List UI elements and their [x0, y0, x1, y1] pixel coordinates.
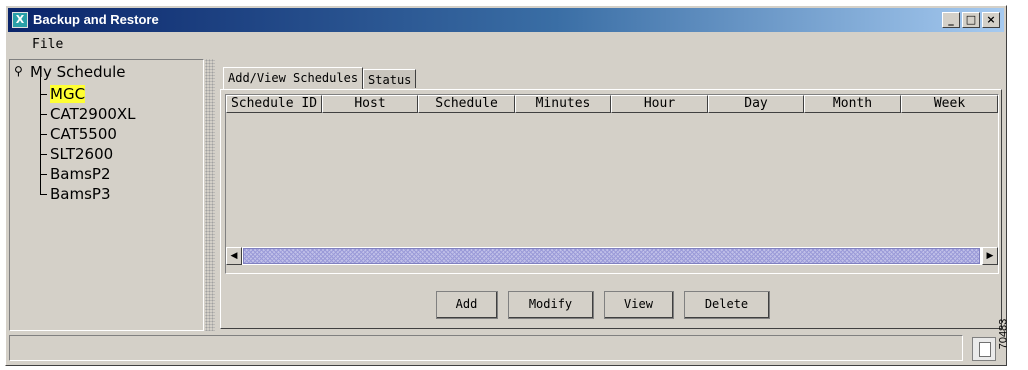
tree-trunk-line: [40, 85, 41, 185]
table-header: Schedule ID Host Schedule Minutes Hour D…: [226, 95, 998, 113]
app-icon: X: [12, 12, 28, 28]
tree-item-label: BamsP2: [50, 165, 111, 183]
tree-connector: [40, 177, 47, 195]
menu-file[interactable]: File: [32, 37, 63, 52]
schedule-tree-panel: ⚲ My Schedule MGC CAT2900XL CAT5500 SLT2…: [9, 59, 204, 331]
action-buttons: Add Modify View Delete: [436, 291, 770, 319]
window-controls: _ □ ×: [942, 12, 1000, 28]
document-icon[interactable]: [972, 337, 996, 361]
tree-connector: [40, 157, 47, 175]
title-bar[interactable]: X Backup and Restore _ □ ×: [8, 8, 1004, 32]
status-bar: [9, 333, 1003, 363]
column-header-month[interactable]: Month: [804, 95, 901, 113]
split-pane-divider[interactable]: [205, 59, 215, 331]
tree-item-label: SLT2600: [50, 145, 114, 163]
column-header-minutes[interactable]: Minutes: [515, 95, 611, 113]
modify-button[interactable]: Modify: [508, 291, 594, 319]
minimize-icon[interactable]: _: [942, 12, 960, 28]
maximize-icon[interactable]: □: [962, 12, 980, 28]
tree-connector: [40, 97, 47, 115]
tree-connector: [40, 137, 47, 155]
menu-bar: File: [8, 34, 1004, 56]
pin-icon[interactable]: ⚲: [14, 64, 23, 78]
add-button[interactable]: Add: [436, 291, 498, 319]
tab-add-view-schedules[interactable]: Add/View Schedules: [223, 67, 364, 89]
tree-item-label: CAT5500: [50, 125, 117, 143]
column-header-schedule-id[interactable]: Schedule ID: [226, 95, 322, 113]
scroll-right-icon[interactable]: ▶: [982, 247, 998, 265]
backup-restore-window: X Backup and Restore _ □ × File ⚲ My Sch…: [5, 5, 1007, 366]
close-icon[interactable]: ×: [982, 12, 1000, 28]
tree-item-label: BamsP3: [50, 185, 111, 203]
figure-number-label: 70483: [997, 318, 1010, 350]
window-title: Backup and Restore: [33, 12, 159, 27]
schedule-detail-panel: Add/View Schedules Status Schedule ID Ho…: [217, 59, 1004, 331]
tab-panel: Schedule ID Host Schedule Minutes Hour D…: [220, 89, 1002, 329]
scroll-left-icon[interactable]: ◀: [226, 247, 242, 265]
tree-item-label: MGC: [50, 85, 86, 103]
tree-connector: [40, 117, 47, 135]
scroll-thumb[interactable]: [243, 248, 980, 264]
delete-button[interactable]: Delete: [684, 291, 770, 319]
tree-connector: [40, 77, 47, 95]
column-header-host[interactable]: Host: [322, 95, 418, 113]
tree-item-label: CAT2900XL: [50, 105, 136, 123]
schedules-table: Schedule ID Host Schedule Minutes Hour D…: [225, 94, 999, 274]
column-header-schedule[interactable]: Schedule: [418, 95, 515, 113]
horizontal-scrollbar[interactable]: ◀ ▶: [226, 247, 998, 265]
column-header-week[interactable]: Week: [901, 95, 998, 113]
column-header-hour[interactable]: Hour: [611, 95, 708, 113]
figure-number: 70483: [997, 308, 1026, 368]
tab-strip: Add/View Schedules Status: [223, 67, 417, 89]
column-header-day[interactable]: Day: [708, 95, 804, 113]
view-button[interactable]: View: [604, 291, 674, 319]
status-text-field: [9, 335, 963, 361]
tab-status[interactable]: Status: [363, 69, 417, 88]
